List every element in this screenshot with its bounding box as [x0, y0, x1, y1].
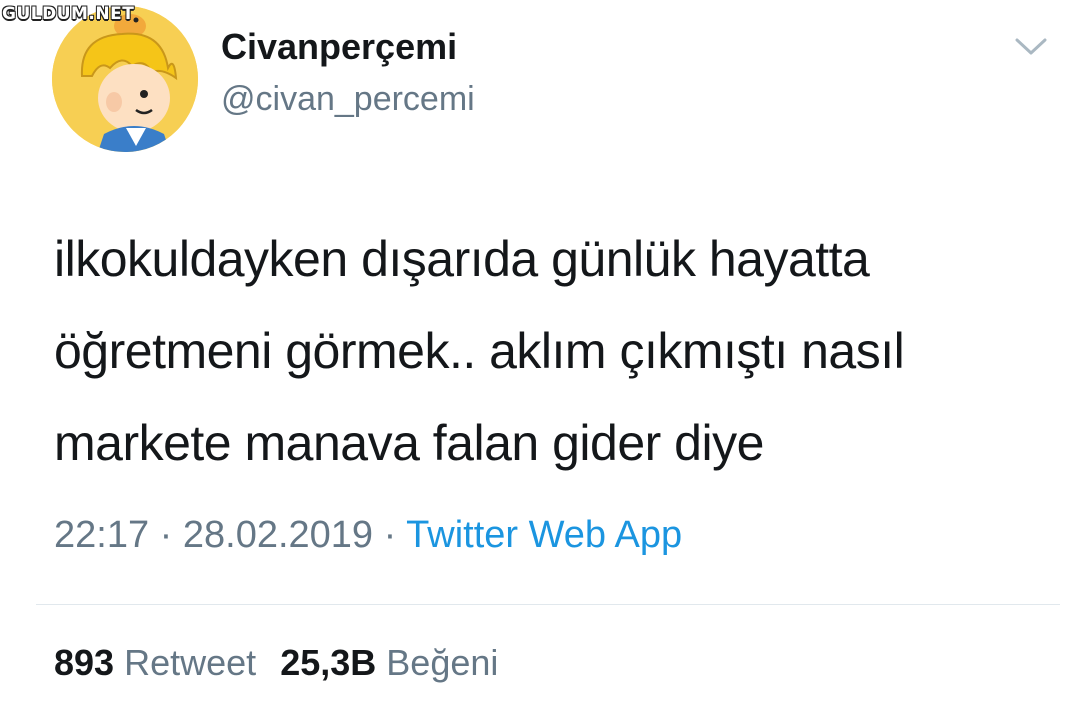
- tweet-date[interactable]: 28.02.2019: [183, 514, 373, 556]
- tweet-text: ilkokuldayken dışarıda günlük hayatta öğ…: [54, 213, 1054, 489]
- watermark: GULDUM.NET: [2, 4, 135, 24]
- like-label: Beğeni: [386, 642, 499, 683]
- chevron-down-icon[interactable]: [1014, 36, 1048, 58]
- tweet-line: öğretmeni görmek.. aklım çıkmıştı nasıl: [54, 323, 905, 379]
- tweet-meta: 22:17 · 28.02.2019 · Twitter Web App: [54, 514, 682, 557]
- meta-separator: ·: [383, 514, 397, 556]
- tweet-time[interactable]: 22:17: [54, 514, 149, 556]
- tweet-stats: 893 Retweet 25,3B Beğeni: [54, 642, 512, 684]
- divider: [36, 604, 1060, 605]
- like-stat[interactable]: 25,3B Beğeni: [280, 642, 498, 683]
- retweet-label: Retweet: [124, 642, 257, 683]
- tweet-line: markete manava falan gider diye: [54, 415, 764, 471]
- meta-separator: ·: [159, 514, 173, 556]
- retweet-stat[interactable]: 893 Retweet: [54, 642, 266, 683]
- tweet-line: ilkokuldayken dışarıda günlük hayatta: [54, 231, 870, 287]
- author-username[interactable]: @civan_percemi: [221, 80, 475, 119]
- retweet-count: 893: [54, 642, 115, 683]
- author-display-name[interactable]: Civanperçemi: [221, 26, 457, 68]
- like-count: 25,3B: [280, 642, 377, 683]
- tweet-source-link[interactable]: Twitter Web App: [406, 514, 682, 556]
- avatar[interactable]: [52, 6, 198, 152]
- cartoon-avatar-image: [52, 6, 198, 152]
